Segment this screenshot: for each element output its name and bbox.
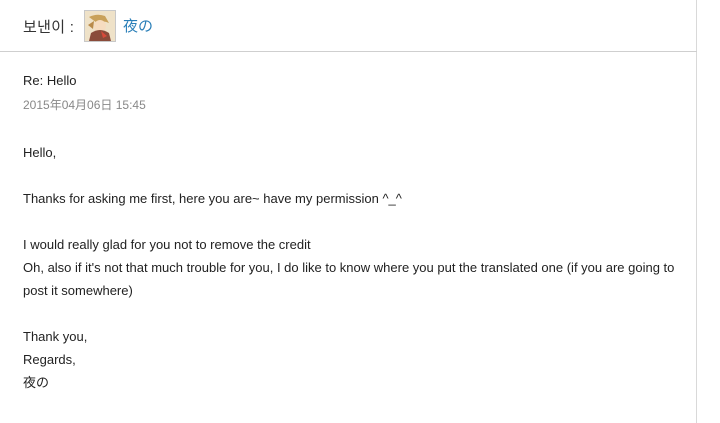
sender-label: 보낸이 :	[23, 19, 75, 36]
body-closing: Thank you,	[23, 329, 88, 344]
body-signature: 夜の	[23, 375, 50, 390]
message-subject: Re: Hello	[23, 73, 77, 88]
sender-avatar[interactable]	[84, 10, 116, 42]
body-line: I would really glad for you not to remov…	[23, 237, 311, 252]
body-closing: Regards,	[23, 352, 76, 367]
body-line: Thanks for asking me first, here you are…	[23, 191, 402, 206]
avatar-image-icon	[85, 11, 115, 41]
message-body: Hello, Thanks for asking me first, here …	[23, 141, 683, 394]
body-line: post it somewhere)	[23, 283, 133, 298]
sender-name-link[interactable]: 夜の	[123, 15, 153, 36]
body-greeting: Hello,	[23, 145, 57, 160]
message-frame: 보낸이 : 夜の Re: Hello 2015年04月06日 15:45 Hel…	[0, 0, 697, 423]
body-line: Oh, also if it's not that much trouble f…	[23, 260, 675, 275]
message-header: 보낸이 : 夜の	[0, 0, 697, 52]
message-date: 2015年04月06日 15:45	[23, 98, 146, 112]
